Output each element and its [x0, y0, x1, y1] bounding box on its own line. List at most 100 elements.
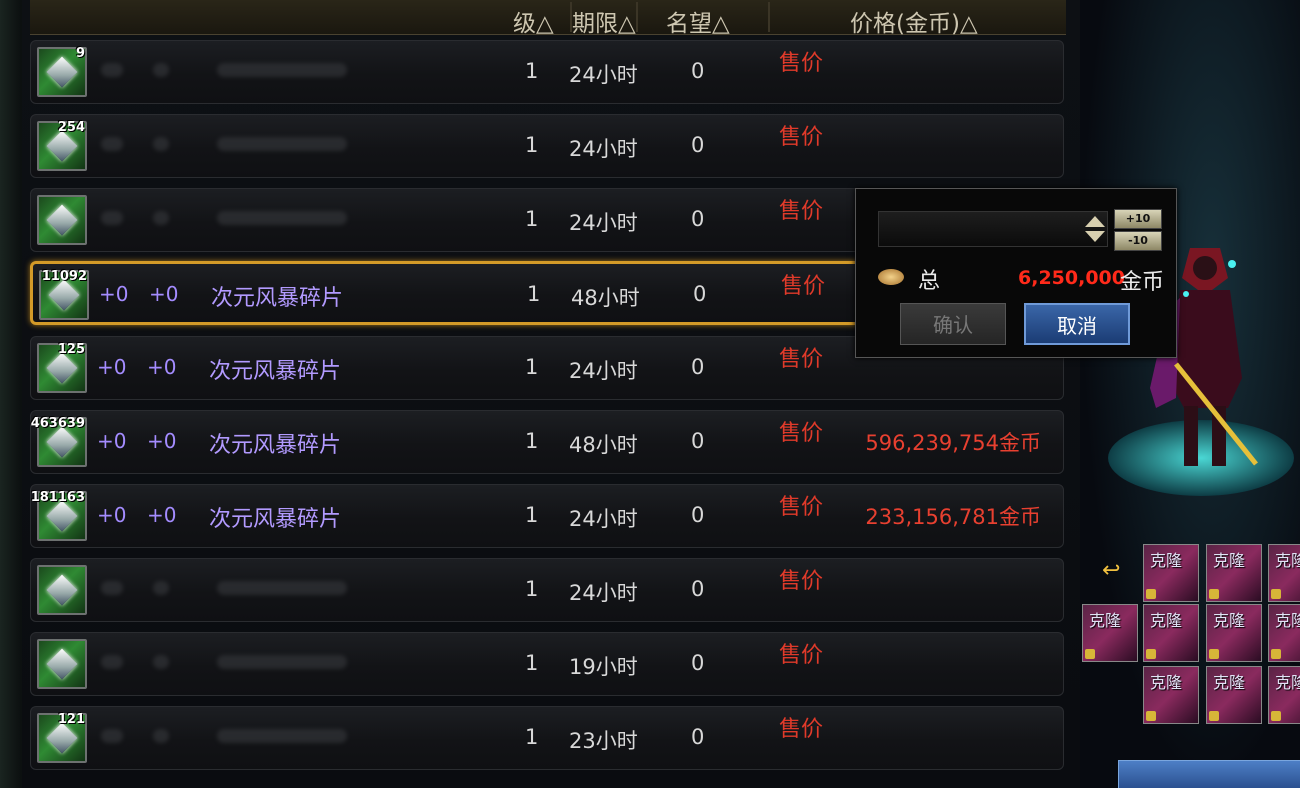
clone-avatar-slot[interactable]: 克隆 [1268, 666, 1300, 724]
clone-avatar-slot[interactable]: 克隆 [1082, 604, 1138, 662]
item-level: 1 [525, 503, 539, 527]
item-quantity: 121 [57, 712, 85, 727]
auction-row[interactable]: 9 1 24小时 0 售价 [30, 40, 1064, 104]
bottom-right-button[interactable] [1118, 760, 1300, 788]
auction-row[interactable]: 1 19小时 0 售价 [30, 632, 1064, 696]
shard-icon [46, 56, 78, 88]
minus-ten-button[interactable]: -10 [1114, 231, 1162, 251]
item-quantity: 254 [57, 120, 85, 135]
item-duration: 24小时 [569, 211, 638, 235]
item-name: 次元风暴碎片 [211, 286, 344, 311]
shard-icon [46, 500, 78, 532]
sale-label: 售价 [779, 495, 824, 520]
blurred-text [101, 729, 123, 743]
item-fame: 0 [691, 503, 705, 527]
sale-label: 售价 [779, 421, 824, 446]
clone-avatar-slot[interactable]: 克隆 [1143, 544, 1199, 602]
item-icon[interactable]: 125 [37, 342, 87, 393]
clone-label: 克隆 [1150, 551, 1183, 570]
shard-icon [46, 426, 78, 458]
refine-level: +0 [147, 503, 177, 527]
lock-icon [1271, 649, 1281, 659]
clone-avatar-slot[interactable]: 克隆 [1268, 544, 1300, 602]
clone-label: 克隆 [1089, 611, 1122, 630]
blurred-text [153, 729, 169, 743]
header-divider [768, 2, 770, 32]
item-duration: 24小时 [569, 359, 638, 383]
item-name: 次元风暴碎片 [209, 359, 342, 384]
shard-icon [46, 352, 78, 384]
price-input[interactable] [878, 211, 1108, 247]
shard-icon [46, 722, 78, 754]
blurred-text [153, 581, 169, 595]
refine-level: +0 [149, 282, 179, 306]
sale-label: 售价 [779, 125, 824, 150]
item-icon[interactable]: 121 [37, 712, 87, 763]
sale-label: 售价 [779, 347, 824, 372]
clone-avatar-slot[interactable]: 克隆 [1268, 604, 1300, 662]
item-level: 1 [527, 282, 541, 306]
enhance-level: +0 [99, 282, 129, 306]
auction-row[interactable]: 463639 +0 +0 次元风暴碎片 1 48小时 0 售价 596,239,754金币 [30, 410, 1064, 474]
sale-price-popup: +10 -10 总 6,250,000 金币 确认 取消 [855, 188, 1177, 358]
shard-icon [48, 279, 80, 311]
spin-down-icon[interactable] [1085, 231, 1105, 242]
swap-icon[interactable]: ↩ [1102, 558, 1120, 583]
lock-icon [1146, 649, 1156, 659]
fame-column-header[interactable]: 名望△ [666, 4, 730, 38]
item-icon[interactable]: 9 [37, 46, 87, 97]
item-fame: 0 [691, 59, 705, 83]
level-column-header[interactable]: 级△ [513, 4, 554, 38]
item-icon[interactable] [37, 195, 87, 245]
spin-up-icon[interactable] [1085, 216, 1105, 227]
item-level: 1 [525, 355, 539, 379]
game-screen: 级△ 期限△ 名望△ 价格(金币)△ 9 1 24小时 0 售价 254 1 24小时 0 售价 1… [0, 0, 1300, 788]
item-level: 1 [525, 429, 539, 453]
item-icon[interactable]: 254 [37, 120, 87, 171]
auction-row[interactable]: 181163 +0 +0 次元风暴碎片 1 24小时 0 售价 233,156,781金币 [30, 484, 1064, 548]
item-icon[interactable] [37, 639, 87, 689]
shard-icon [46, 204, 78, 236]
item-duration: 48小时 [571, 286, 640, 310]
clone-avatar-slot[interactable]: 克隆 [1206, 666, 1262, 724]
blurred-item-name [217, 137, 347, 151]
item-icon[interactable] [37, 565, 87, 615]
clone-avatar-slot[interactable]: 克隆 [1143, 666, 1199, 724]
clone-avatar-slot[interactable]: 克隆 [1206, 544, 1262, 602]
item-name: 次元风暴碎片 [209, 507, 342, 532]
item-duration: 24小时 [569, 507, 638, 531]
blurred-item-name [217, 729, 347, 743]
item-fame: 0 [693, 282, 707, 306]
clone-avatar-slot[interactable]: 克隆 [1206, 604, 1262, 662]
blurred-item-name [217, 655, 347, 669]
item-icon[interactable]: 11092 [39, 269, 89, 320]
item-fame: 0 [691, 355, 705, 379]
cancel-button[interactable]: 取消 [1024, 303, 1130, 345]
duration-column-header[interactable]: 期限△ [572, 4, 636, 38]
clone-label: 克隆 [1275, 673, 1300, 692]
auction-row[interactable]: 1 24小时 0 售价 [30, 558, 1064, 622]
sale-label: 售价 [781, 274, 826, 299]
item-fame: 0 [691, 577, 705, 601]
confirm-button[interactable]: 确认 [900, 303, 1006, 345]
blurred-item-name [217, 211, 347, 225]
shard-icon [46, 648, 78, 680]
header-divider [636, 2, 638, 32]
item-level: 1 [525, 133, 539, 157]
enhance-level: +0 [97, 503, 127, 527]
item-fame: 0 [691, 651, 705, 675]
auction-row[interactable]: 254 1 24小时 0 售价 [30, 114, 1064, 178]
auction-row[interactable]: 121 1 23小时 0 售价 [30, 706, 1064, 770]
item-duration: 24小时 [569, 137, 638, 161]
enhance-level: +0 [97, 429, 127, 453]
lock-icon [1271, 589, 1281, 599]
item-icon[interactable]: 181163 [31, 490, 87, 541]
sale-label: 售价 [779, 717, 824, 742]
plus-ten-button[interactable]: +10 [1114, 209, 1162, 229]
price-column-header[interactable]: 价格(金币)△ [850, 4, 978, 38]
clone-label: 克隆 [1150, 611, 1183, 630]
clone-label: 克隆 [1275, 551, 1300, 570]
item-icon[interactable]: 463639 [31, 416, 87, 467]
clone-avatar-slot[interactable]: 克隆 [1143, 604, 1199, 662]
blurred-item-name [217, 63, 347, 77]
